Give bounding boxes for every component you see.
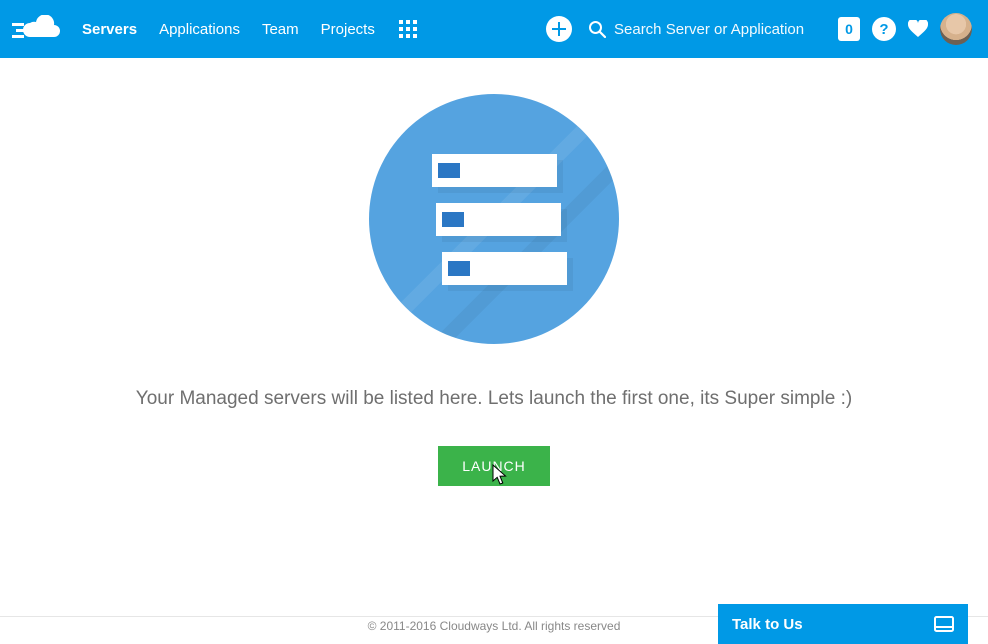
top-nav: Servers Applications Team Projects 0 ? — [0, 0, 988, 58]
brand-logo[interactable] — [4, 15, 76, 43]
chat-tab[interactable]: Talk to Us — [718, 604, 968, 644]
copyright-text: © 2011-2016 Cloudways Ltd. All rights re… — [368, 619, 621, 633]
apps-grid-icon[interactable] — [399, 20, 417, 38]
notifications-count[interactable]: 0 — [838, 17, 860, 41]
feedback-heart-icon[interactable] — [908, 20, 928, 38]
search — [588, 20, 824, 38]
launch-button[interactable]: LAUNCH — [438, 446, 550, 486]
launch-button-label: LAUNCH — [462, 458, 526, 474]
search-input[interactable] — [614, 21, 824, 38]
nav-projects[interactable]: Projects — [321, 21, 375, 38]
help-button[interactable]: ? — [872, 17, 896, 41]
primary-nav: Servers Applications Team Projects — [82, 21, 375, 38]
illustration-bar — [432, 154, 557, 187]
illustration-bar — [442, 252, 567, 285]
add-button[interactable] — [546, 16, 572, 42]
plus-icon — [552, 22, 566, 36]
servers-illustration — [369, 94, 619, 344]
servers-empty-state: Your Managed servers will be listed here… — [0, 58, 988, 644]
illustration-bar — [436, 203, 561, 236]
nav-team[interactable]: Team — [262, 21, 299, 38]
empty-state-text: Your Managed servers will be listed here… — [136, 388, 852, 410]
chat-toggle-icon — [934, 616, 954, 632]
search-icon — [588, 20, 606, 38]
cloud-logo-icon — [12, 15, 68, 43]
user-avatar[interactable] — [940, 13, 972, 45]
chat-tab-label: Talk to Us — [732, 616, 803, 633]
nav-servers[interactable]: Servers — [82, 21, 137, 38]
nav-applications[interactable]: Applications — [159, 21, 240, 38]
